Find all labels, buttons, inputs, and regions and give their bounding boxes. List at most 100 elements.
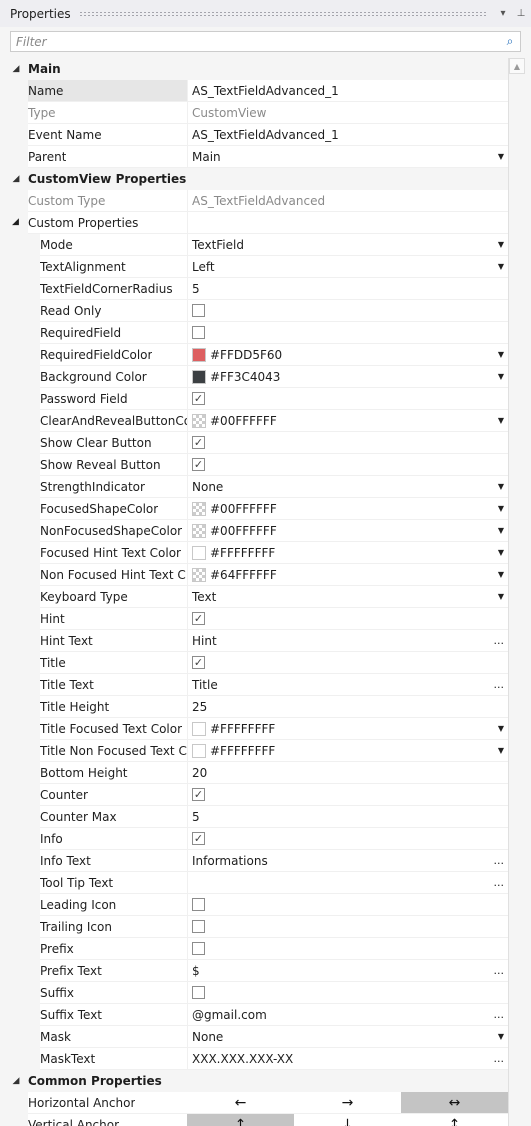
property-row[interactable]: RequiredFieldColor #FFDD5F60 ▼	[4, 344, 508, 366]
property-value[interactable]: $...	[187, 960, 508, 982]
property-value[interactable]: Informations...	[187, 850, 508, 872]
vertical-anchor-selector[interactable]: ↑ ↓ ↕	[187, 1114, 508, 1126]
property-row[interactable]: RequiredField	[4, 322, 508, 344]
property-row[interactable]: Parent Main ▼	[4, 146, 508, 168]
property-row[interactable]: Show Reveal Button ✓	[4, 454, 508, 476]
property-value[interactable]: #FFFFFFFF ▼	[187, 740, 508, 762]
property-value[interactable]: Title...	[187, 674, 508, 696]
anchor-both-icon[interactable]: ↔	[401, 1092, 508, 1113]
dropdown-icon[interactable]: ▼	[498, 504, 504, 513]
property-value[interactable]: #00FFFFFF ▼	[187, 520, 508, 542]
checkbox[interactable]: ✓	[192, 458, 205, 471]
property-value[interactable]: AS_TextFieldAdvanced_1	[187, 124, 508, 146]
scroll-up-icon[interactable]: ▲	[509, 58, 525, 74]
ellipsis-button[interactable]: ...	[494, 634, 505, 647]
checkbox[interactable]	[192, 942, 205, 955]
property-row[interactable]: Bottom Height 20	[4, 762, 508, 784]
dropdown-icon[interactable]: ▼	[498, 372, 504, 381]
expanded-icon[interactable]: ◢	[12, 217, 19, 227]
checkbox[interactable]: ✓	[192, 832, 205, 845]
checkbox[interactable]	[192, 920, 205, 933]
property-value[interactable]: #FF3C4043 ▼	[187, 366, 508, 388]
property-row[interactable]: TextAlignment Left ▼	[4, 256, 508, 278]
property-row[interactable]: TextFieldCornerRadius 5	[4, 278, 508, 300]
property-row[interactable]: Title ✓	[4, 652, 508, 674]
property-value[interactable]: 5	[187, 806, 508, 828]
subcategory-custom[interactable]: ◢ Custom Properties	[4, 212, 508, 234]
property-row[interactable]: Mask None ▼	[4, 1026, 508, 1048]
property-row[interactable]: Prefix Text $...	[4, 960, 508, 982]
dropdown-icon[interactable]: ▼	[498, 1032, 504, 1041]
property-value[interactable]: 25	[187, 696, 508, 718]
checkbox[interactable]: ✓	[192, 436, 205, 449]
checkbox[interactable]: ✓	[192, 392, 205, 405]
property-value[interactable]: Text ▼	[187, 586, 508, 608]
property-row[interactable]: Title Non Focused Text C... #FFFFFFFF ▼	[4, 740, 508, 762]
dropdown-icon[interactable]: ▼	[498, 240, 504, 249]
property-row[interactable]: Title Height 25	[4, 696, 508, 718]
property-value[interactable]: ✓	[187, 432, 508, 454]
property-value[interactable]: ✓	[187, 652, 508, 674]
dropdown-icon[interactable]: ▼	[498, 152, 504, 161]
property-value[interactable]	[187, 322, 508, 344]
category-common[interactable]: ◢ Common Properties	[4, 1070, 508, 1092]
dropdown-icon[interactable]: ▼	[498, 548, 504, 557]
search-icon[interactable]: ⌕	[500, 34, 520, 49]
property-value[interactable]: #FFDD5F60 ▼	[187, 344, 508, 366]
property-row[interactable]: Type CustomView	[4, 102, 508, 124]
property-row[interactable]: Keyboard Type Text ▼	[4, 586, 508, 608]
property-row[interactable]: Suffix	[4, 982, 508, 1004]
dropdown-icon[interactable]: ▼	[498, 570, 504, 579]
anchor-top-icon[interactable]: ↑	[187, 1114, 294, 1126]
property-row[interactable]: StrengthIndicator None ▼	[4, 476, 508, 498]
property-row[interactable]: Prefix	[4, 938, 508, 960]
property-row[interactable]: ClearAndRevealButtonCo... #00FFFFFF ▼	[4, 410, 508, 432]
property-value[interactable]: Main ▼	[187, 146, 508, 168]
horizontal-anchor-selector[interactable]: ← → ↔	[187, 1092, 508, 1114]
ellipsis-button[interactable]: ...	[494, 964, 505, 977]
property-value[interactable]: #FFFFFFFF ▼	[187, 718, 508, 740]
filter-input[interactable]	[11, 32, 500, 51]
checkbox[interactable]	[192, 326, 205, 339]
property-row[interactable]: MaskText XXX.XXX.XXX-XX...	[4, 1048, 508, 1070]
property-row[interactable]: Counter Max 5	[4, 806, 508, 828]
property-value[interactable]	[187, 894, 508, 916]
ellipsis-button[interactable]: ...	[494, 876, 505, 889]
property-value[interactable]: ✓	[187, 388, 508, 410]
expanded-icon[interactable]: ◢	[4, 174, 28, 184]
property-value[interactable]: #00FFFFFF ▼	[187, 410, 508, 432]
property-row[interactable]: Read Only	[4, 300, 508, 322]
property-value[interactable]	[187, 300, 508, 322]
property-row[interactable]: Title Focused Text Color #FFFFFFFF ▼	[4, 718, 508, 740]
property-row[interactable]: Non Focused Hint Text C... #64FFFFFF ▼	[4, 564, 508, 586]
dropdown-icon[interactable]: ▼	[498, 592, 504, 601]
property-row[interactable]: Counter ✓	[4, 784, 508, 806]
property-row[interactable]: Password Field ✓	[4, 388, 508, 410]
ellipsis-button[interactable]: ...	[494, 678, 505, 691]
property-row[interactable]: Info ✓	[4, 828, 508, 850]
expanded-icon[interactable]: ◢	[4, 64, 28, 74]
property-value[interactable]: ✓	[187, 784, 508, 806]
checkbox[interactable]	[192, 986, 205, 999]
dropdown-icon[interactable]: ▼	[498, 724, 504, 733]
property-value[interactable]: Left ▼	[187, 256, 508, 278]
property-value[interactable]: ✓	[187, 454, 508, 476]
checkbox[interactable]: ✓	[192, 612, 205, 625]
anchor-left-icon[interactable]: ←	[187, 1092, 294, 1113]
property-value[interactable]: #64FFFFFF ▼	[187, 564, 508, 586]
property-value[interactable]: ✓	[187, 608, 508, 630]
anchor-both-icon[interactable]: ↕	[401, 1114, 508, 1126]
property-row[interactable]: Suffix Text @gmail.com...	[4, 1004, 508, 1026]
vertical-scrollbar[interactable]: ▲	[508, 58, 525, 1126]
checkbox[interactable]: ✓	[192, 656, 205, 669]
property-value[interactable]: 20	[187, 762, 508, 784]
property-row[interactable]: Custom Type AS_TextFieldAdvanced	[4, 190, 508, 212]
dropdown-icon[interactable]: ▼	[498, 416, 504, 425]
property-value[interactable]: @gmail.com...	[187, 1004, 508, 1026]
property-value[interactable]	[187, 916, 508, 938]
dropdown-icon[interactable]: ▼	[498, 262, 504, 271]
dropdown-icon[interactable]: ▼	[498, 350, 504, 359]
dropdown-icon[interactable]: ▼	[498, 526, 504, 535]
property-value[interactable]: AS_TextFieldAdvanced_1	[187, 80, 508, 102]
checkbox[interactable]	[192, 304, 205, 317]
